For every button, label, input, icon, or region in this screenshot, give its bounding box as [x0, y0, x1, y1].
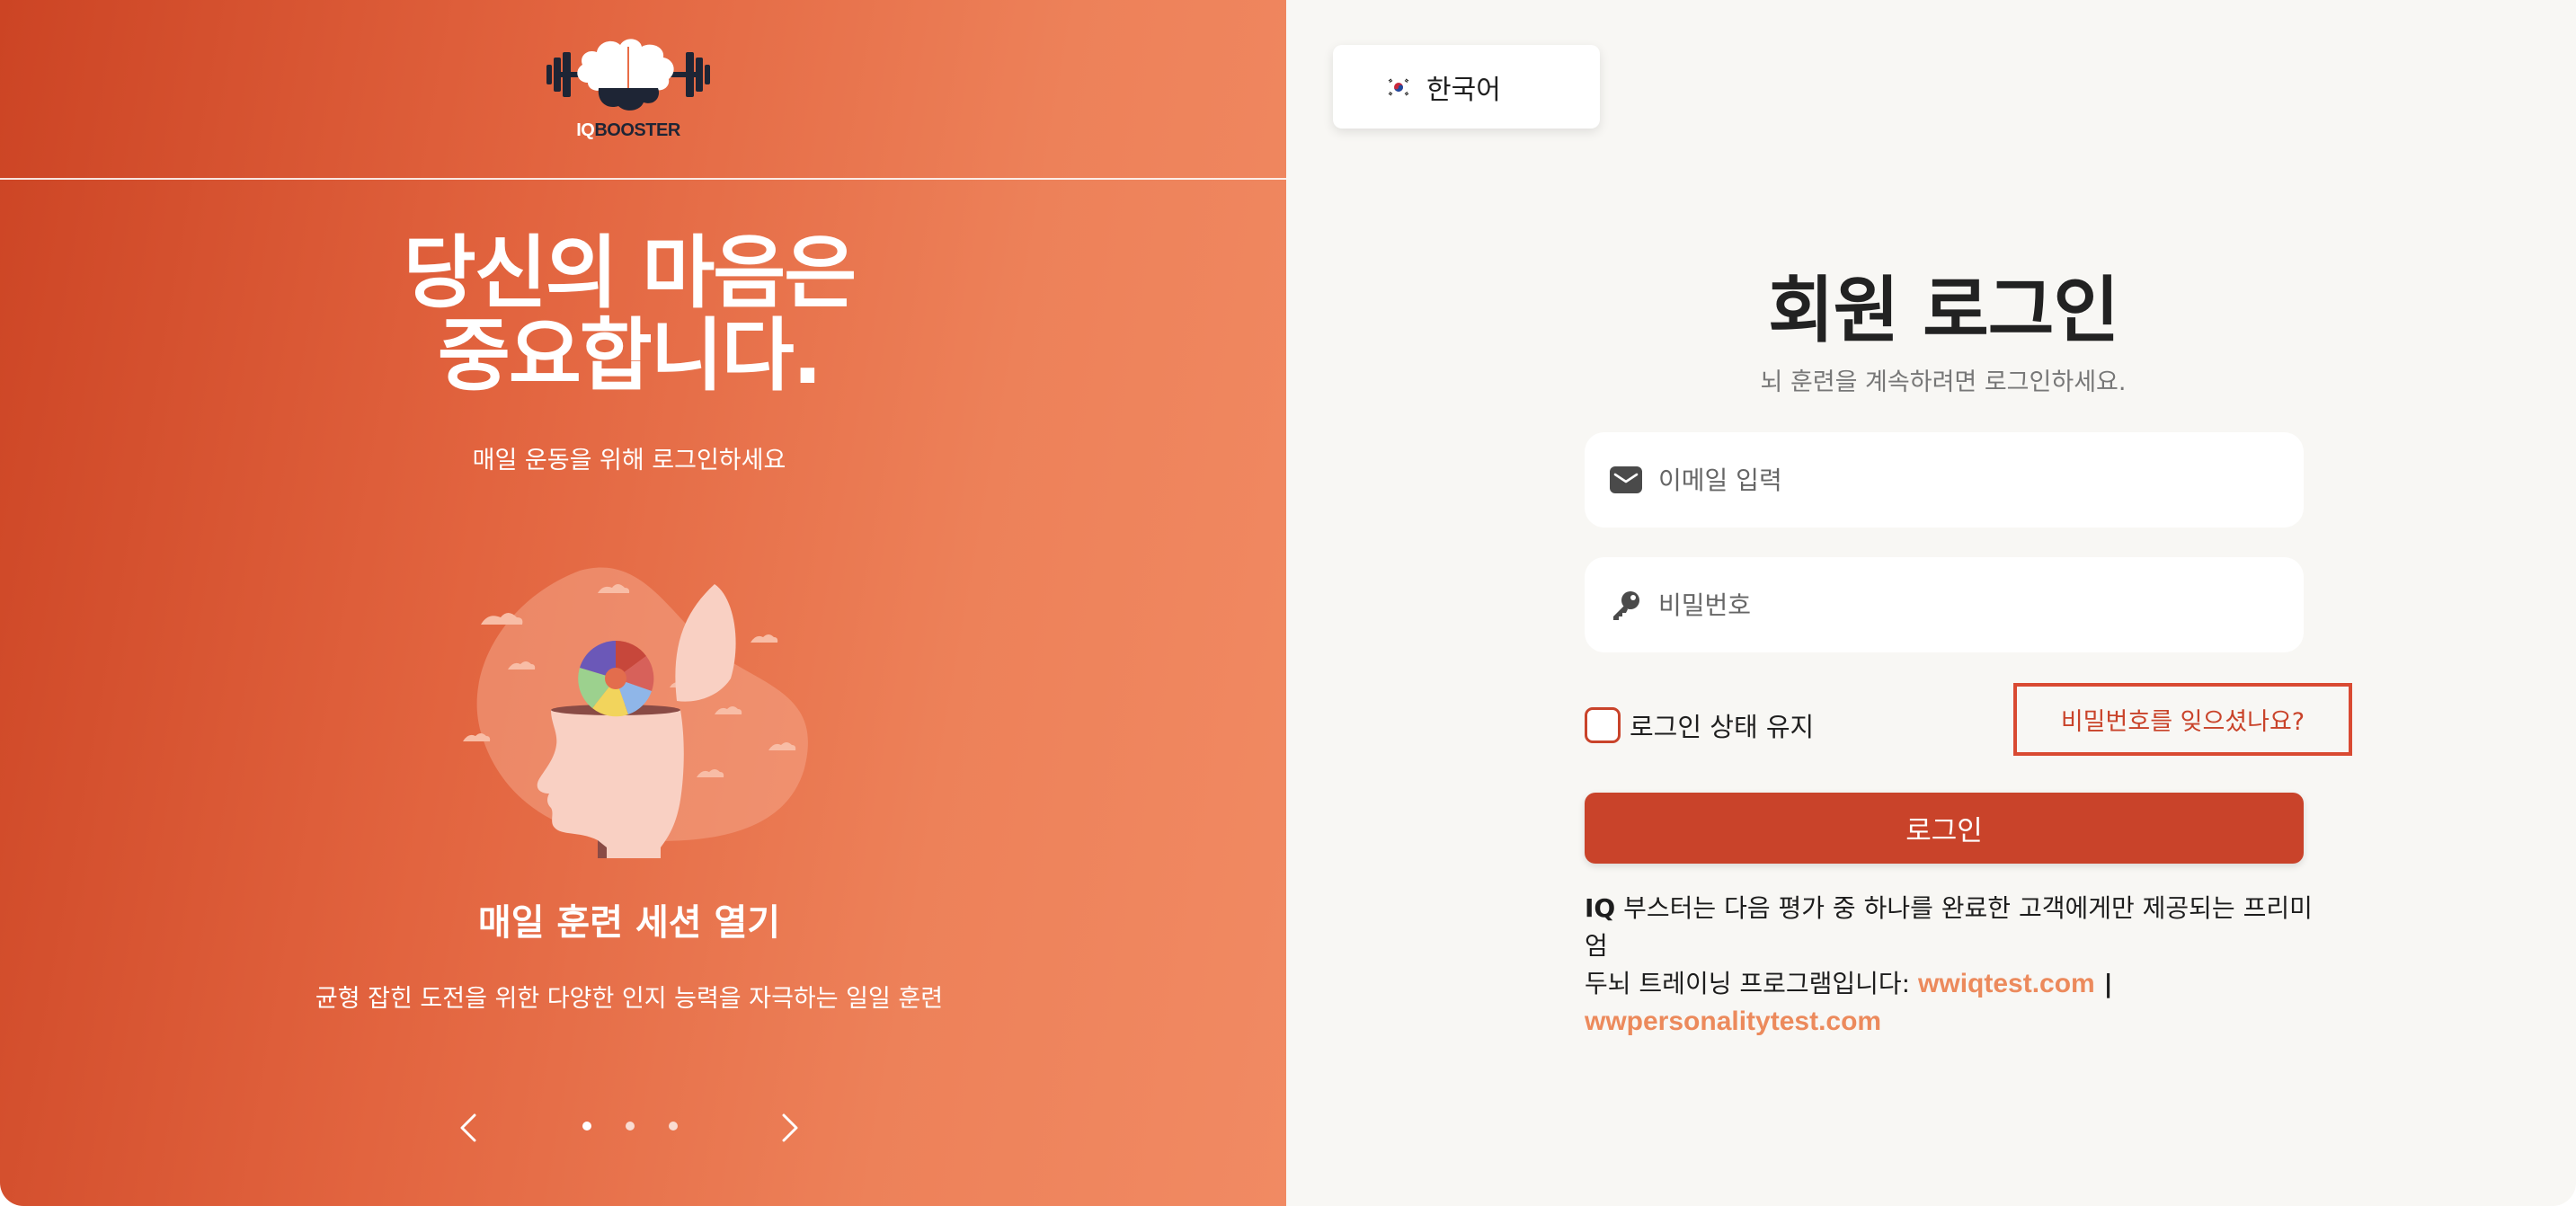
password-field[interactable] — [1585, 557, 2304, 652]
carousel-dot-2[interactable] — [626, 1122, 635, 1131]
hero-title-line-2: 중요합니다. — [437, 309, 822, 403]
chevron-right-icon — [782, 1113, 798, 1142]
email-input[interactable] — [1658, 465, 2270, 495]
hero-panel: IQBOOSTER 당신의 마음은 중요합니다. 매일 운동을 위해 로그인하세… — [0, 0, 1286, 1206]
login-button[interactable]: 로그인 — [1585, 793, 2304, 864]
hero-subtitle: 매일 운동을 위해 로그인하세요 — [472, 447, 786, 474]
link-separator: | — [2094, 969, 2113, 998]
language-label: 한국어 — [1426, 74, 1501, 106]
remember-me-checkbox[interactable] — [1585, 707, 1621, 743]
password-input[interactable] — [1658, 590, 2270, 620]
iqtest-link[interactable]: wwiqtest.com — [1918, 969, 2095, 998]
carousel-prev-button[interactable] — [451, 1110, 487, 1146]
hero-title-line-1: 당신의 마음은 — [403, 226, 857, 319]
hero-title: 당신의 마음은 중요합니다. — [0, 226, 1258, 403]
personalitytest-link[interactable]: wwpersonalitytest.com — [1585, 1006, 1881, 1036]
south-korea-flag-icon — [1385, 75, 1412, 98]
info-text-line-2: 두뇌 트레이닝 프로그램입니다: — [1585, 969, 1919, 998]
iq-booster-logo: IQBOOSTER — [546, 31, 710, 146]
remember-me[interactable]: 로그인 상태 유지 — [1585, 706, 1814, 744]
slide-title: 매일 훈련 세션 열기 — [477, 902, 781, 944]
envelope-icon — [1608, 462, 1644, 498]
login-page: IQBOOSTER 당신의 마음은 중요합니다. 매일 운동을 위해 로그인하세… — [0, 0, 2576, 1206]
open-head-illustration — [463, 567, 808, 858]
info-text-line-1: 부스터는 다음 평가 중 하나를 완료한 고객에게만 제공되는 프리미엄 — [1585, 893, 2313, 961]
chevron-left-icon — [460, 1113, 476, 1142]
carousel-dot-1[interactable] — [582, 1122, 591, 1131]
header-divider — [0, 178, 1286, 180]
key-icon — [1608, 587, 1644, 623]
email-field[interactable] — [1585, 432, 2304, 528]
login-title: 회원 로그인 — [1768, 269, 2119, 352]
brain-dumbbell-icon — [546, 39, 710, 111]
remember-me-label: 로그인 상태 유지 — [1630, 712, 1815, 742]
login-subtitle: 뇌 훈련을 계속하려면 로그인하세요. — [1760, 368, 2127, 396]
carousel-dot-3[interactable] — [669, 1122, 678, 1131]
logo-wordmark: IQBOOSTER — [576, 120, 680, 140]
forgot-password-link[interactable]: 비밀번호를 잊으셨나요? — [2013, 683, 2352, 756]
info-brand: IQ — [1585, 893, 1616, 923]
language-selector[interactable]: 한국어 — [1333, 45, 1600, 129]
program-info: IQ 부스터는 다음 평가 중 하나를 완료한 고객에게만 제공되는 프리미엄 … — [1585, 890, 2322, 1041]
carousel-next-button[interactable] — [771, 1110, 807, 1146]
slide-description: 균형 잡힌 도전을 위한 다양한 인지 능력을 자극하는 일일 훈련 — [315, 985, 944, 1013]
